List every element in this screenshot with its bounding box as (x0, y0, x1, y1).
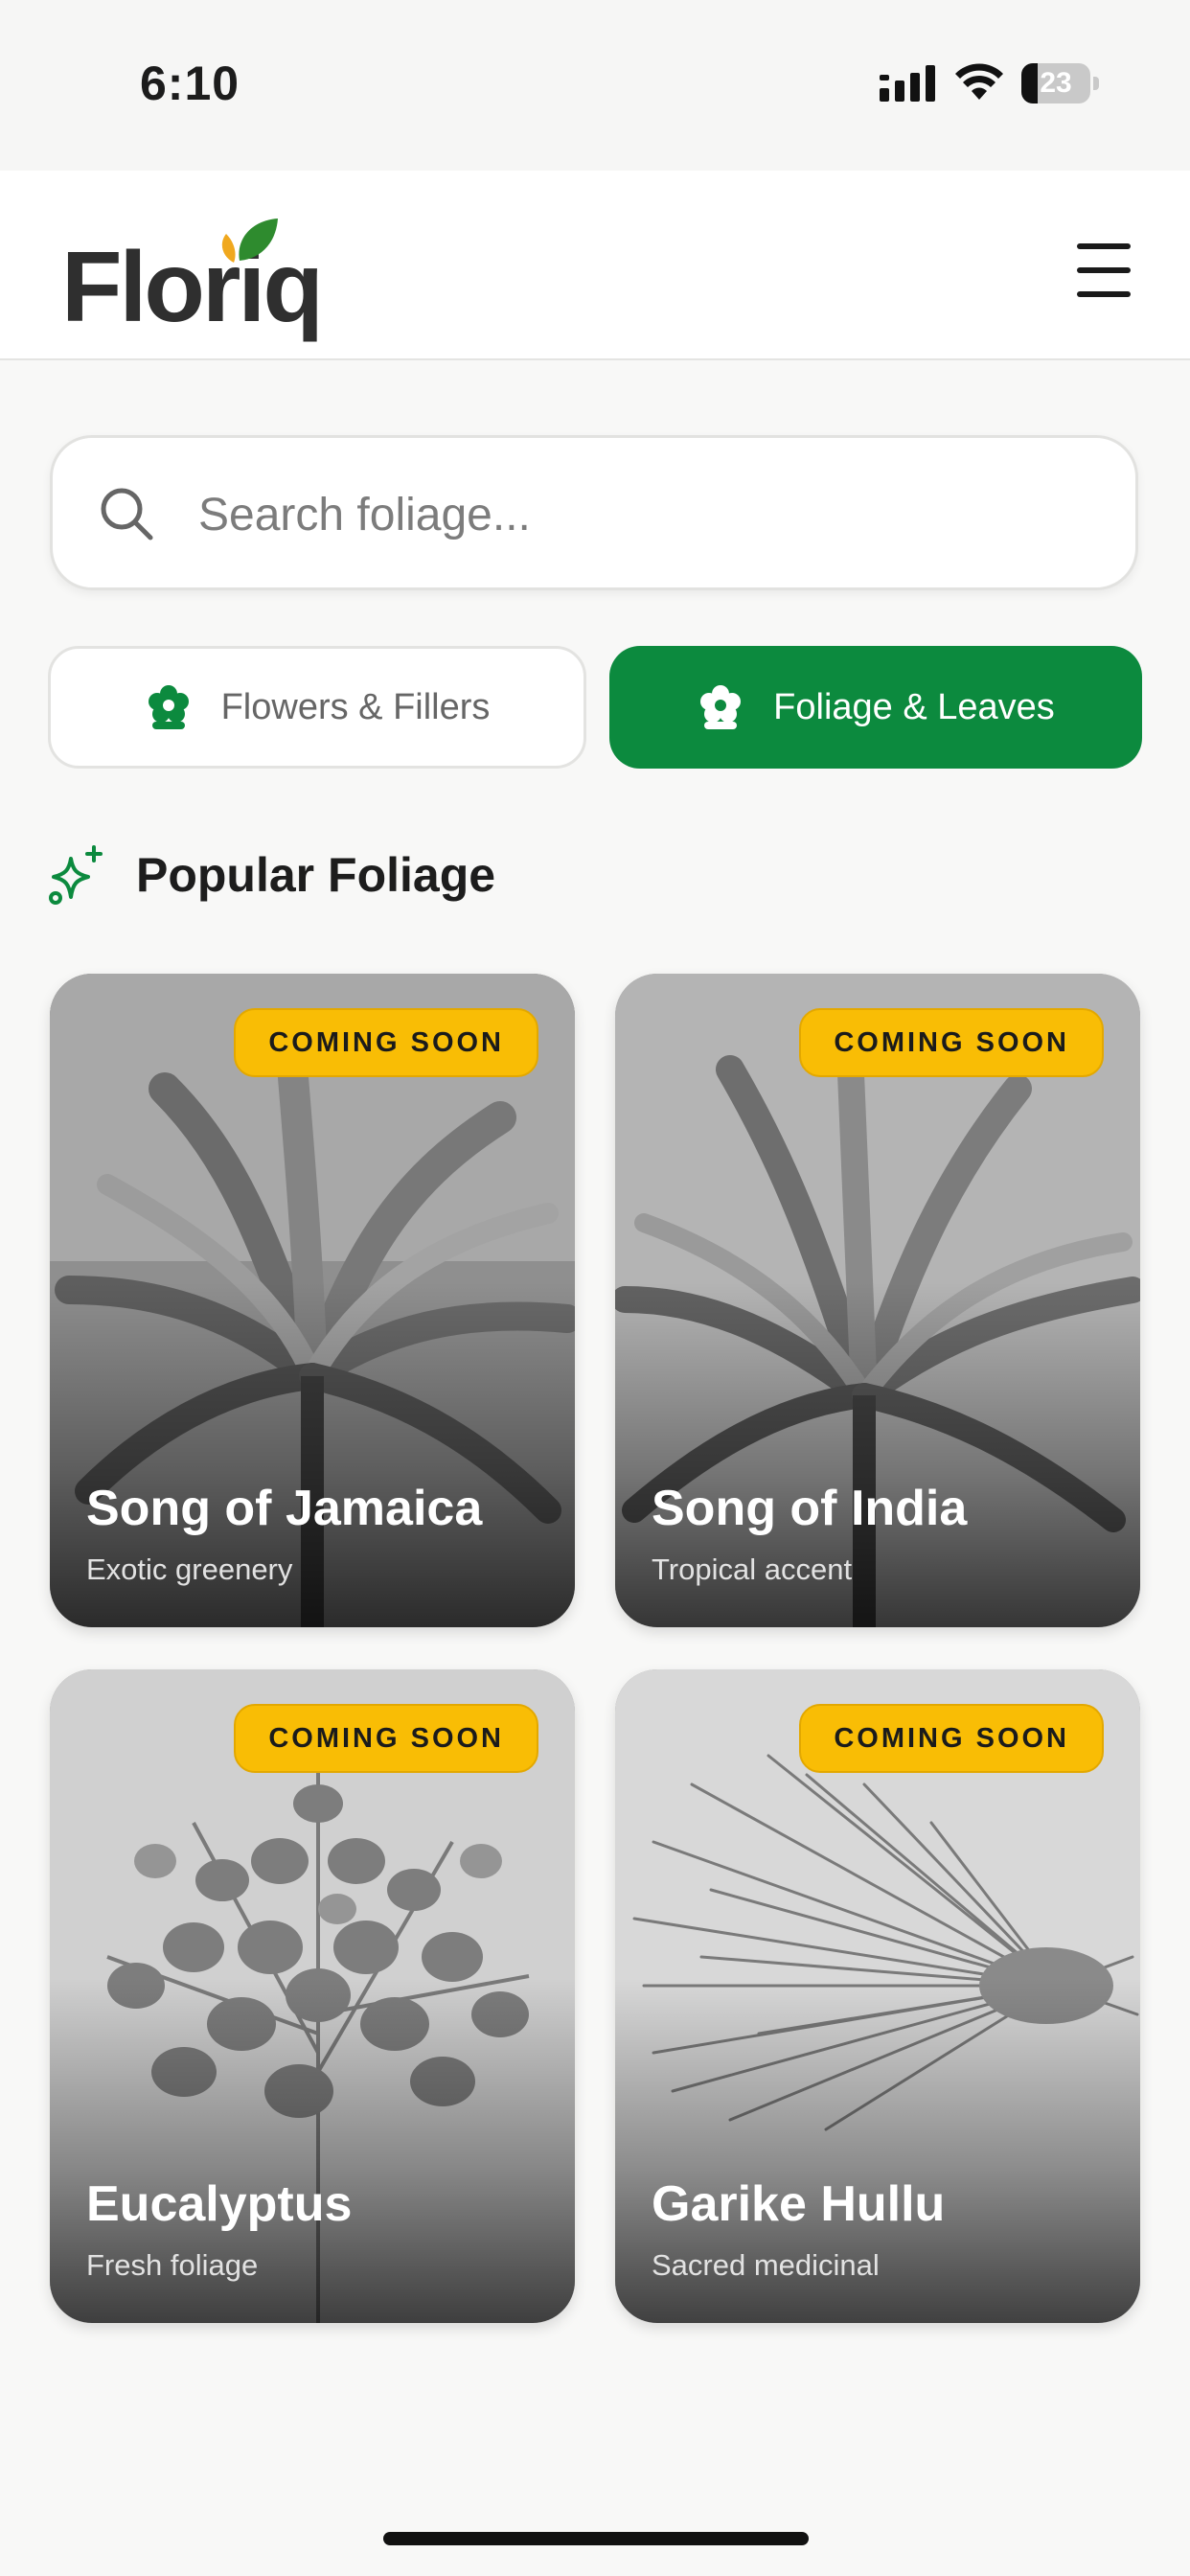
logo-leaf-icon (221, 218, 278, 263)
hamburger-menu-icon (1077, 243, 1131, 249)
battery-percent: 23 (1040, 67, 1072, 99)
product-card[interactable]: COMING SOON Song of Jamaica Exotic green… (50, 974, 575, 1627)
battery-icon: 23 (1021, 63, 1100, 104)
menu-button[interactable] (1073, 240, 1142, 301)
product-card[interactable]: COMING SOON Garike Hullu Sacred medicina… (615, 1669, 1140, 2323)
sparkle-icon (49, 845, 103, 905)
card-subtitle: Exotic greenery (86, 1552, 293, 1586)
cellular-signal-icon (880, 65, 935, 102)
card-title: Song of India (652, 1481, 968, 1536)
card-subtitle: Sacred medicinal (652, 2248, 880, 2282)
home-indicator[interactable] (383, 2532, 809, 2545)
search-input[interactable] (196, 472, 1063, 557)
floriq-logo[interactable]: Floriq (61, 218, 330, 345)
coming-soon-badge: COMING SOON (799, 1704, 1104, 1773)
status-time: 6:10 (140, 57, 240, 110)
logo-text: Floriq (61, 232, 324, 343)
card-subtitle: Tropical accent (652, 1552, 853, 1586)
card-title: Song of Jamaica (86, 1481, 483, 1536)
card-subtitle: Fresh foliage (86, 2248, 259, 2282)
tab-flowers-fillers[interactable]: Flowers & Fillers (48, 646, 586, 769)
tab-label: Foliage & Leaves (773, 686, 1055, 727)
search-bar[interactable] (50, 435, 1138, 590)
coming-soon-badge: COMING SOON (234, 1008, 538, 1077)
tab-label: Flowers & Fillers (220, 686, 491, 727)
status-bar: 6:10 23 (0, 0, 1190, 171)
flower-icon (700, 685, 742, 729)
product-card[interactable]: COMING SOON Song of India Tropical accen… (615, 974, 1140, 1627)
tab-foliage-leaves[interactable]: Foliage & Leaves (609, 646, 1142, 769)
app-header: Floriq (0, 171, 1190, 360)
product-card[interactable]: COMING SOON Eucalyptus Fresh foliage (50, 1669, 575, 2323)
coming-soon-badge: COMING SOON (234, 1704, 538, 1773)
section-title: Popular Foliage (136, 848, 496, 902)
search-icon (101, 488, 153, 540)
card-title: Garike Hullu (652, 2176, 946, 2232)
wifi-icon (955, 63, 1003, 100)
card-title: Eucalyptus (86, 2176, 353, 2232)
flower-icon (148, 685, 189, 729)
coming-soon-badge: COMING SOON (799, 1008, 1104, 1077)
